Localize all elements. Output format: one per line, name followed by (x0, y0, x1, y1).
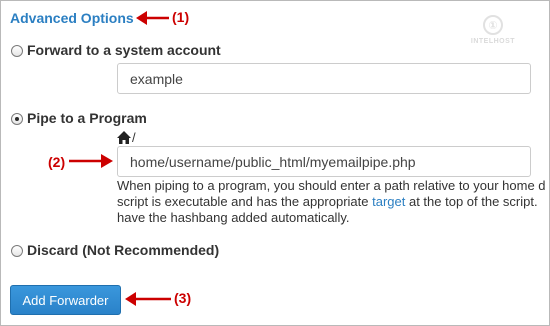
annotation-arrow-2 (69, 154, 113, 168)
annotation-label-3: (3) (174, 290, 192, 306)
discard-radio[interactable] (11, 245, 23, 257)
watermark-text: INTELHOST (470, 38, 516, 45)
help-line-2-end: at the top of the script. (405, 194, 538, 209)
advanced-options-panel: Advanced Options▼ (1) ① INTELHOST Forwar… (0, 0, 550, 326)
system-account-input[interactable] (117, 63, 531, 94)
help-line-3: have the hashbang added automatically. (117, 210, 350, 225)
pipe-help-text: When piping to a program, you should ent… (117, 178, 549, 226)
help-line-2: script is executable and has the appropr… (117, 194, 549, 210)
forward-system-account-label[interactable]: Forward to a system account (27, 42, 221, 58)
watermark-mark: ① (483, 15, 503, 35)
help-line-2-start: script is executable and has the appropr… (117, 194, 373, 209)
help-line-1: When piping to a program, you should ent… (117, 178, 546, 193)
advanced-options-label: Advanced Options (10, 10, 134, 26)
program-path-input[interactable] (117, 146, 531, 177)
discard-label[interactable]: Discard (Not Recommended) (27, 242, 219, 258)
add-forwarder-button[interactable]: Add Forwarder (10, 285, 121, 315)
home-icon (117, 131, 131, 144)
forward-system-account-radio[interactable] (11, 45, 23, 57)
advanced-options-toggle[interactable]: Advanced Options▼ (10, 10, 147, 26)
pipe-to-program-radio[interactable] (11, 113, 23, 125)
annotation-arrow-1 (136, 11, 169, 25)
target-link[interactable]: target (372, 194, 405, 209)
annotation-label-1: (1) (172, 9, 190, 25)
annotation-label-2: (2) (48, 154, 66, 170)
path-slash: / (132, 130, 136, 145)
annotation-arrow-3 (125, 292, 171, 306)
pipe-to-program-label[interactable]: Pipe to a Program (27, 110, 147, 126)
intelhost-watermark-logo: ① INTELHOST (469, 15, 517, 51)
home-directory-prefix: / (117, 131, 136, 144)
